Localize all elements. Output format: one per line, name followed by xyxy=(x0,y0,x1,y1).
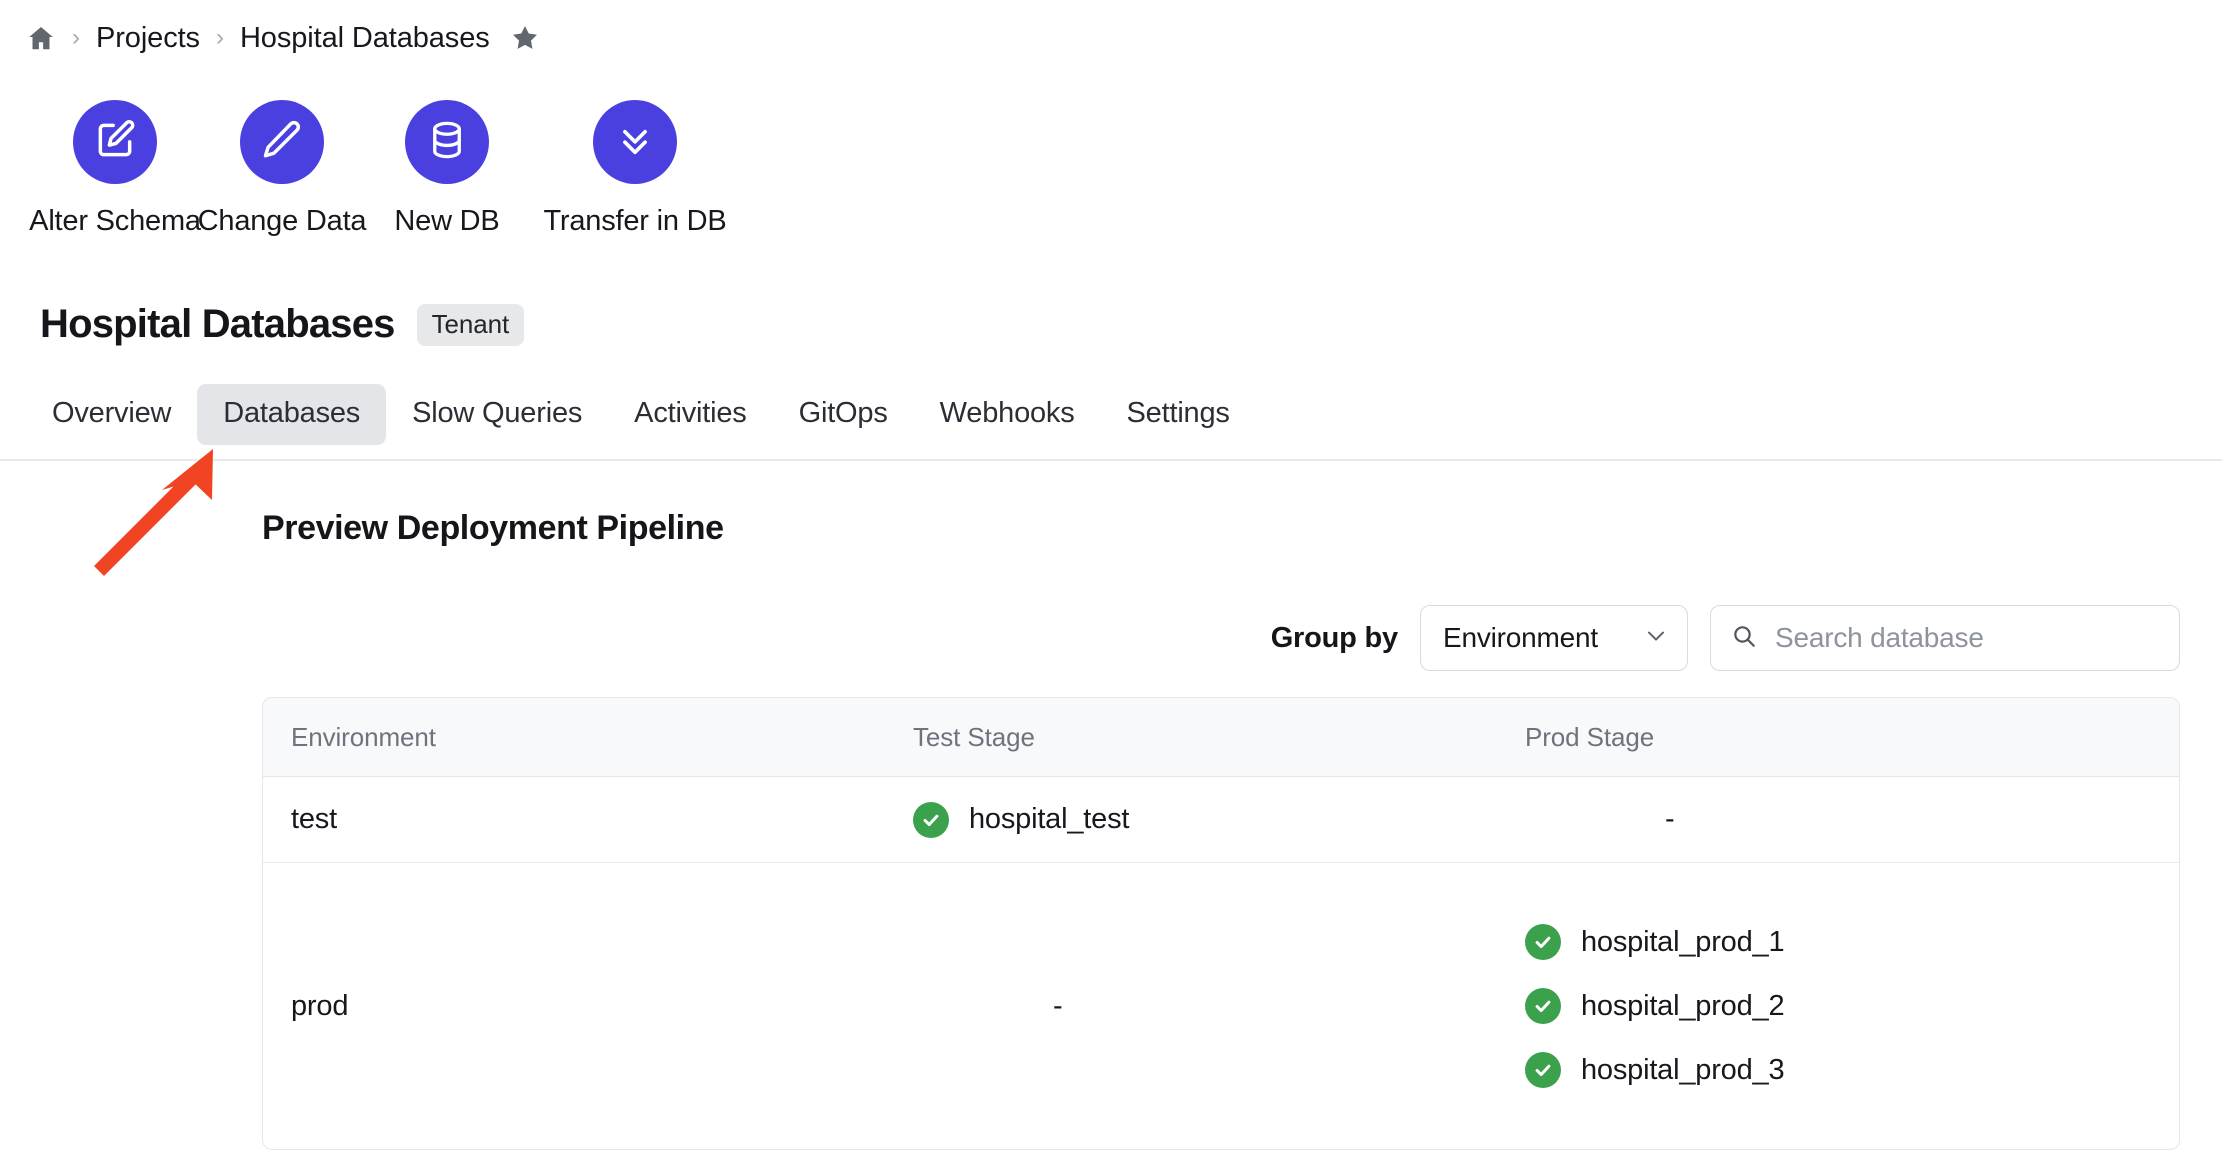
pencil-icon xyxy=(260,118,304,167)
action-alter-schema-circle[interactable] xyxy=(73,100,157,184)
breadcrumb-item-hospital-databases[interactable]: Hospital Databases xyxy=(240,22,490,55)
column-header-prod-stage: Prod Stage xyxy=(1525,721,1655,752)
group-by-select-value: Environment xyxy=(1443,622,1598,653)
action-change-data-circle[interactable] xyxy=(240,100,324,184)
action-alter-schema-label: Alter Schema xyxy=(29,205,201,237)
table-row[interactable]: prod - hospital_prod_1 hospital_prod_2 h… xyxy=(263,863,2179,1149)
tab-bar: Overview Databases Slow Queries Activiti… xyxy=(26,384,1256,445)
annotation-arrow-icon xyxy=(80,440,240,580)
action-new-db-circle[interactable] xyxy=(405,100,489,184)
table-toolbar: Group by Environment xyxy=(1271,605,2180,671)
action-new-db-label: New DB xyxy=(394,205,500,237)
check-circle-icon xyxy=(1525,1052,1561,1088)
group-by-select[interactable]: Environment xyxy=(1420,605,1688,671)
cell-prod-stage: hospital_prod_1 hospital_prod_2 hospital… xyxy=(1423,924,2179,1088)
table-row[interactable]: test hospital_test - xyxy=(263,777,2179,863)
tenant-badge: Tenant xyxy=(416,303,525,346)
database-icon xyxy=(426,119,468,166)
tab-overview[interactable]: Overview xyxy=(26,384,197,445)
action-transfer-in-db-label: Transfer in DB xyxy=(543,205,727,237)
tab-webhooks[interactable]: Webhooks xyxy=(914,384,1101,445)
check-circle-icon xyxy=(1525,924,1561,960)
check-circle-icon xyxy=(1525,988,1561,1024)
database-name: hospital_prod_3 xyxy=(1581,1053,1785,1086)
table-header-row: Environment Test Stage Prod Stage xyxy=(263,698,2179,777)
action-change-data[interactable]: Change Data xyxy=(197,100,367,238)
column-header-environment: Environment xyxy=(291,721,436,752)
action-change-data-label: Change Data xyxy=(197,205,367,237)
page-title-row: Hospital Databases Tenant xyxy=(40,302,525,347)
cell-test-stage: hospital_test xyxy=(823,801,1423,838)
database-item[interactable]: hospital_prod_3 xyxy=(1525,1052,2179,1088)
breadcrumb: › Projects › Hospital Databases xyxy=(26,14,540,62)
database-item[interactable]: hospital_prod_2 xyxy=(1525,988,2179,1024)
database-item[interactable]: hospital_test xyxy=(913,801,1423,838)
tab-gitops[interactable]: GitOps xyxy=(773,384,914,445)
quick-actions: Alter Schema Change Data New DB Transfer… xyxy=(29,100,740,238)
cell-environment: test xyxy=(291,803,337,835)
edit-square-icon xyxy=(93,118,137,167)
star-icon[interactable] xyxy=(510,23,540,53)
database-name: hospital_prod_2 xyxy=(1581,989,1785,1022)
action-transfer-in-db[interactable]: Transfer in DB xyxy=(530,100,740,238)
deployment-pipeline-table: Environment Test Stage Prod Stage test h… xyxy=(262,697,2180,1150)
action-alter-schema[interactable]: Alter Schema xyxy=(29,100,201,238)
column-header-test-stage: Test Stage xyxy=(913,721,1035,752)
tab-activities[interactable]: Activities xyxy=(608,384,772,445)
action-new-db[interactable]: New DB xyxy=(364,100,530,238)
cell-environment: prod xyxy=(291,989,349,1022)
tab-slow-queries[interactable]: Slow Queries xyxy=(386,384,608,445)
database-name: hospital_prod_1 xyxy=(1581,925,1785,958)
check-circle-icon xyxy=(913,801,949,838)
tab-settings[interactable]: Settings xyxy=(1101,384,1256,445)
cell-prod-stage: - xyxy=(1423,805,2179,834)
cell-test-stage: - xyxy=(823,989,1423,1022)
home-icon[interactable] xyxy=(26,23,56,53)
section-heading: Preview Deployment Pipeline xyxy=(262,509,724,547)
database-name: hospital_test xyxy=(969,803,1130,835)
chevrons-down-icon xyxy=(613,118,657,167)
breadcrumb-separator-1: › xyxy=(72,24,80,51)
breadcrumb-item-projects[interactable]: Projects xyxy=(96,22,200,55)
tab-bar-divider xyxy=(0,459,2222,461)
breadcrumb-separator-2: › xyxy=(215,24,224,51)
page-title: Hospital Databases xyxy=(40,302,395,346)
group-by-label: Group by xyxy=(1270,621,1398,654)
search-database-box[interactable] xyxy=(1710,605,2180,671)
tab-databases[interactable]: Databases xyxy=(197,384,387,445)
chevron-down-icon xyxy=(1643,623,1669,654)
action-transfer-in-db-circle[interactable] xyxy=(593,100,677,184)
search-database-input[interactable] xyxy=(1773,621,2159,655)
search-icon xyxy=(1731,623,1757,654)
empty-marker: - xyxy=(1053,989,1063,1022)
database-item[interactable]: hospital_prod_1 xyxy=(1525,924,2179,960)
empty-marker: - xyxy=(1665,803,1675,835)
